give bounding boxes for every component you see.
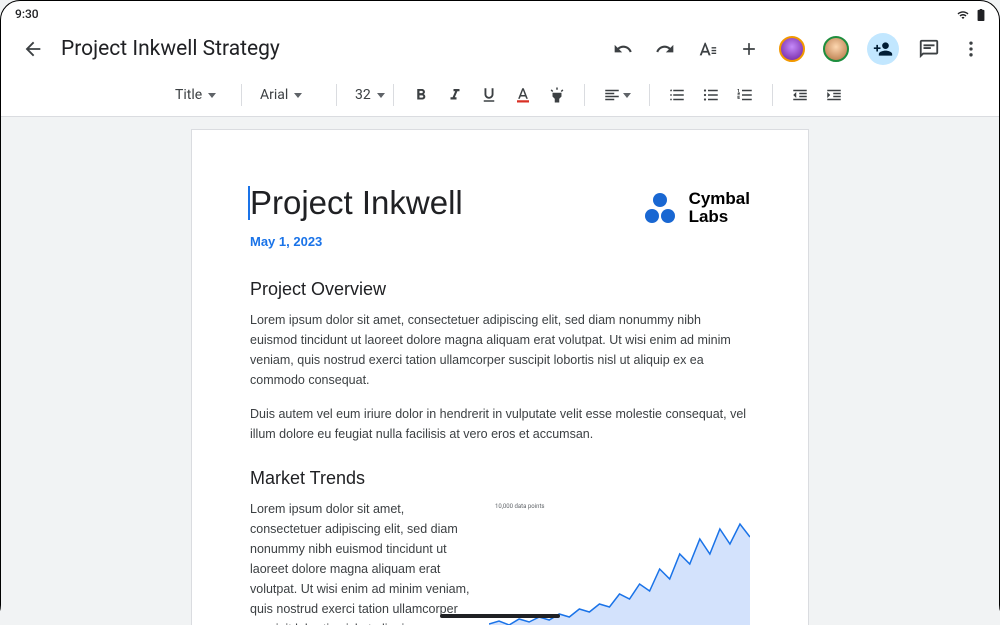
more-vert-icon (961, 39, 981, 59)
text-cursor (248, 186, 250, 220)
italic-icon (446, 86, 464, 104)
text-color-icon (514, 86, 532, 104)
status-icons (952, 7, 985, 21)
market-paragraph-1[interactable]: Lorem ipsum dolor sit amet, consectetuer… (250, 499, 475, 625)
font-select[interactable]: Arial (254, 85, 324, 105)
style-select[interactable]: Title (169, 85, 229, 105)
arrow-left-icon (22, 38, 44, 60)
separator (336, 84, 337, 106)
overview-paragraph-2[interactable]: Duis autem vel eum iriure dolor in hendr… (250, 404, 750, 444)
bullet-list-button[interactable] (700, 84, 722, 106)
comments-button[interactable] (917, 37, 941, 61)
back-button[interactable] (21, 37, 45, 61)
separator (649, 84, 650, 106)
align-left-icon (603, 86, 621, 104)
font-size-select[interactable]: 32 (349, 85, 381, 105)
checklist-button[interactable] (666, 84, 688, 106)
logo-text: CymbalLabs (689, 190, 750, 226)
comment-icon (918, 38, 940, 60)
undo-icon (613, 39, 633, 59)
redo-button[interactable] (653, 37, 677, 61)
navigation-handle[interactable] (440, 614, 560, 618)
text-format-button[interactable] (695, 37, 719, 61)
person-add-icon (873, 39, 893, 59)
doc-date[interactable]: May 1, 2023 (250, 234, 750, 249)
redo-icon (655, 39, 675, 59)
style-select-label: Title (175, 87, 202, 103)
font-select-label: Arial (260, 87, 288, 103)
checklist-icon (668, 86, 686, 104)
bold-button[interactable] (410, 84, 432, 106)
undo-button[interactable] (611, 37, 635, 61)
battery-icon (977, 9, 985, 21)
line-chart-icon (489, 499, 750, 625)
more-button[interactable] (959, 37, 983, 61)
indent-increase-icon (825, 86, 843, 104)
logo-mark-icon (645, 193, 681, 223)
text-color-button[interactable] (512, 84, 534, 106)
separator (584, 84, 585, 106)
collaborator-avatar-1[interactable] (779, 36, 805, 62)
indent-decrease-icon (791, 86, 809, 104)
caret-down-icon (377, 93, 385, 98)
editor-canvas[interactable]: Project Inkwell CymbalLabs May 1, 2023 P… (1, 117, 999, 625)
separator (241, 84, 242, 106)
doc-title-text: Project Inkwell (250, 184, 463, 221)
numbered-list-button[interactable] (734, 84, 756, 106)
collaborator-avatar-2[interactable] (823, 36, 849, 62)
formatting-toolbar: Title Arial 32 (1, 78, 999, 117)
caret-down-icon (208, 93, 216, 98)
caret-down-icon (294, 93, 302, 98)
share-button[interactable] (867, 33, 899, 65)
document-title[interactable]: Project Inkwell Strategy (61, 37, 280, 61)
status-time: 9:30 (15, 7, 39, 21)
section-heading-overview[interactable]: Project Overview (250, 279, 750, 300)
align-button[interactable] (597, 84, 637, 106)
plus-icon (739, 39, 759, 59)
document-page[interactable]: Project Inkwell CymbalLabs May 1, 2023 P… (191, 129, 809, 625)
wifi-icon (956, 9, 970, 21)
status-bar: 9:30 (1, 1, 999, 25)
app-header: Project Inkwell Strategy (1, 25, 999, 77)
separator (772, 84, 773, 106)
separator (393, 84, 394, 106)
bullet-list-icon (702, 86, 720, 104)
doc-title-heading[interactable]: Project Inkwell (250, 184, 463, 222)
caret-down-icon (623, 93, 631, 98)
company-logo: CymbalLabs (645, 190, 750, 226)
numbered-list-icon (736, 86, 754, 104)
section-heading-market[interactable]: Market Trends (250, 468, 750, 489)
indent-decrease-button[interactable] (789, 84, 811, 106)
text-format-icon (696, 38, 718, 60)
underline-button[interactable] (478, 84, 500, 106)
highlight-icon (548, 86, 566, 104)
highlight-button[interactable] (546, 84, 568, 106)
italic-button[interactable] (444, 84, 466, 106)
font-size-label: 32 (355, 87, 371, 103)
bold-icon (412, 86, 430, 104)
chart-caption: 10,000 data points (495, 503, 545, 510)
indent-increase-button[interactable] (823, 84, 845, 106)
underline-icon (480, 86, 498, 104)
overview-paragraph-1[interactable]: Lorem ipsum dolor sit amet, consectetuer… (250, 310, 750, 390)
market-chart: 10,000 data points (489, 499, 750, 625)
insert-button[interactable] (737, 37, 761, 61)
